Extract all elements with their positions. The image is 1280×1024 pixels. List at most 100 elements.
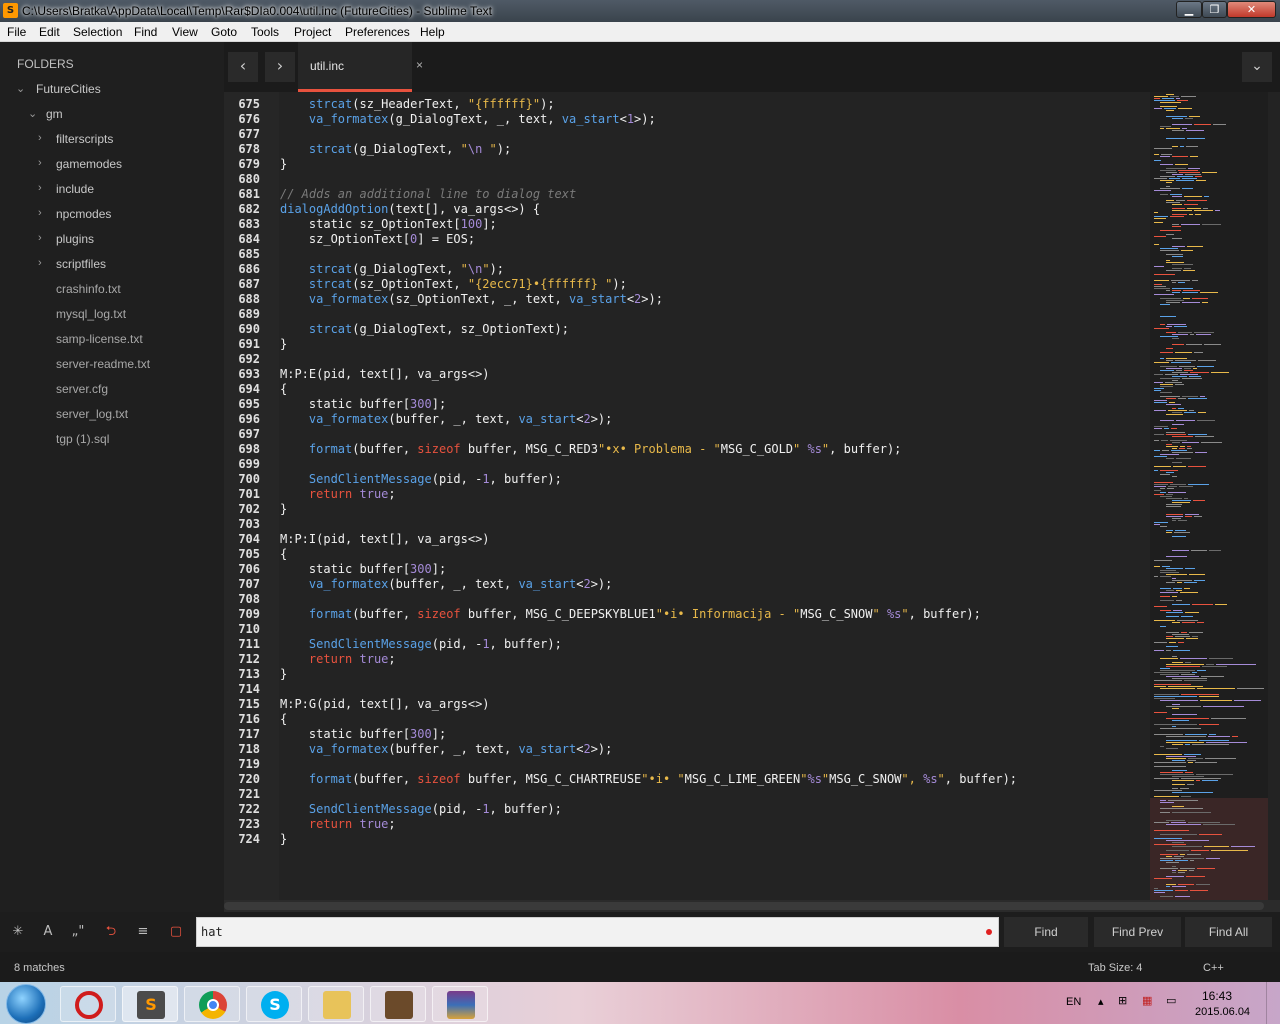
folder-item[interactable]: scriptfiles [56, 257, 106, 271]
code-editor[interactable]: 675 strcat(sz_HeaderText, "{ffffff}"); 67… [224, 92, 1280, 900]
file-item[interactable]: server_log.txt [56, 407, 128, 421]
chevron-right-icon[interactable]: › [38, 207, 42, 219]
chevron-right-icon[interactable]: › [38, 132, 42, 144]
close-icon[interactable]: × [416, 58, 423, 72]
code-line[interactable]: } [280, 157, 287, 171]
folder-item[interactable]: include [56, 182, 94, 196]
maximize-icon[interactable]: ❐ [1202, 1, 1227, 18]
file-explorer-icon[interactable] [308, 986, 364, 1022]
code-line[interactable]: strcat(g_DialogText, "\n "); [280, 142, 511, 156]
find-input[interactable] [201, 923, 971, 941]
code-line[interactable]: format(buffer, sizeof buffer, MSG_C_CHAR… [280, 772, 1017, 786]
find-button[interactable]: Find [1004, 917, 1088, 947]
code-line[interactable]: strcat(g_DialogText, "\n"); [280, 262, 504, 276]
file-item[interactable]: samp-license.txt [56, 332, 143, 346]
file-item[interactable]: tgp (1).sql [56, 432, 109, 446]
menu-help[interactable]: Help [420, 25, 445, 39]
code-lines[interactable]: 675 strcat(sz_HeaderText, "{ffffff}"); 67… [224, 92, 1144, 900]
code-line[interactable]: SendClientMessage(pid, -1, buffer); [280, 472, 562, 486]
code-line[interactable]: } [280, 667, 287, 681]
code-line[interactable]: va_formatex(sz_OptionText, _, text, va_s… [280, 292, 663, 306]
folder-gm[interactable]: gm [46, 107, 63, 121]
in-selection-icon[interactable]: ≡ [129, 913, 157, 951]
chevron-down-icon[interactable]: ⌄ [16, 82, 25, 95]
code-line[interactable]: { [280, 382, 287, 396]
code-line[interactable]: static buffer[300]; [280, 397, 446, 411]
code-line[interactable]: strcat(sz_HeaderText, "{ffffff}"); [280, 97, 555, 111]
clock-date[interactable]: 2015.06.04 [1195, 1006, 1250, 1018]
code-line[interactable]: format(buffer, sizeof buffer, MSG_C_DEEP… [280, 607, 981, 621]
file-item[interactable]: server.cfg [56, 382, 108, 396]
tab-util-inc[interactable]: util.inc × [298, 42, 423, 92]
game-icon[interactable] [370, 986, 426, 1022]
menu-project[interactable]: Project [294, 25, 331, 39]
display-icon[interactable]: ▭ [1166, 994, 1176, 1007]
window-titlebar[interactable]: S C:\Users\Bratka\AppData\Local\Temp\Rar… [0, 0, 1280, 22]
vertical-scrollbar[interactable] [1268, 92, 1280, 900]
file-item[interactable]: mysql_log.txt [56, 307, 126, 321]
find-input-box[interactable] [196, 917, 999, 947]
code-line[interactable]: va_formatex(g_DialogText, _, text, va_st… [280, 112, 656, 126]
menu-edit[interactable]: Edit [39, 25, 60, 39]
code-line[interactable]: strcat(sz_OptionText, "{2ecc71}•{ffffff}… [280, 277, 627, 291]
find-all-button[interactable]: Find All [1185, 917, 1272, 947]
code-line[interactable]: } [280, 502, 287, 516]
menu-goto[interactable]: Goto [211, 25, 237, 39]
chevron-down-icon[interactable]: ⌄ [1242, 52, 1272, 82]
code-line[interactable]: return true; [280, 652, 396, 666]
menu-preferences[interactable]: Preferences [345, 25, 410, 39]
back-button[interactable]: ‹ [228, 52, 258, 82]
code-line[interactable]: va_formatex(buffer, _, text, va_start<2>… [280, 742, 612, 756]
case-icon[interactable]: A [34, 913, 62, 951]
folder-item[interactable]: npcmodes [56, 207, 111, 221]
menu-selection[interactable]: Selection [73, 25, 122, 39]
code-line[interactable]: static sz_OptionText[100]; [280, 217, 497, 231]
minimize-icon[interactable]: ▁ [1176, 1, 1202, 18]
network-icon[interactable]: ▦ [1142, 994, 1152, 1007]
code-line[interactable]: strcat(g_DialogText, sz_OptionText); [280, 322, 569, 336]
menu-file[interactable]: File [7, 25, 26, 39]
code-line[interactable]: static buffer[300]; [280, 727, 446, 741]
skype-icon[interactable]: S [246, 986, 302, 1022]
file-item[interactable]: server-readme.txt [56, 357, 150, 371]
folder-item[interactable]: filterscripts [56, 132, 113, 146]
wrap-icon[interactable]: ⮌ [97, 913, 125, 951]
clock-time[interactable]: 16:43 [1202, 989, 1232, 1003]
minimap[interactable] [1150, 92, 1268, 900]
winrar-icon[interactable] [432, 986, 488, 1022]
code-line[interactable]: SendClientMessage(pid, -1, buffer); [280, 637, 562, 651]
scrollbar-thumb[interactable] [224, 902, 1264, 910]
code-line[interactable]: static buffer[300]; [280, 562, 446, 576]
file-item[interactable]: crashinfo.txt [56, 282, 121, 296]
chrome-icon[interactable] [184, 986, 240, 1022]
regex-icon[interactable]: ✳ [4, 913, 32, 951]
code-line[interactable]: } [280, 337, 287, 351]
highlight-icon[interactable]: ▢ [162, 913, 190, 951]
chevron-right-icon[interactable]: › [38, 182, 42, 194]
code-line[interactable]: { [280, 712, 287, 726]
chevron-right-icon[interactable]: › [38, 157, 42, 169]
chevron-right-icon[interactable]: › [38, 257, 42, 269]
whole-word-icon[interactable]: „" [64, 913, 92, 951]
code-line[interactable]: { [280, 547, 287, 561]
forward-button[interactable]: › [265, 52, 295, 82]
code-line[interactable]: M:P:I(pid, text[], va_args<>) [280, 532, 490, 546]
code-line[interactable]: va_formatex(buffer, _, text, va_start<2>… [280, 412, 612, 426]
code-line[interactable]: dialogAddOption(text[], va_args<>) { [280, 202, 540, 216]
find-prev-button[interactable]: Find Prev [1094, 917, 1181, 947]
code-line[interactable]: SendClientMessage(pid, -1, buffer); [280, 802, 562, 816]
folder-root[interactable]: FutureCities [36, 82, 101, 96]
chevron-down-icon[interactable]: ⌄ [28, 107, 37, 120]
code-line[interactable]: } [280, 832, 287, 846]
chevron-right-icon[interactable]: › [38, 232, 42, 244]
code-line[interactable]: return true; [280, 487, 396, 501]
windows-flag-icon[interactable]: ⊞ [1118, 994, 1127, 1007]
code-line[interactable]: return true; [280, 817, 396, 831]
language-indicator[interactable]: EN [1066, 996, 1081, 1008]
menu-find[interactable]: Find [134, 25, 157, 39]
folder-item[interactable]: plugins [56, 232, 94, 246]
menu-view[interactable]: View [172, 25, 198, 39]
close-icon[interactable]: ✕ [1227, 1, 1276, 18]
horizontal-scrollbar[interactable] [224, 900, 1280, 912]
opera-icon[interactable] [60, 986, 116, 1022]
